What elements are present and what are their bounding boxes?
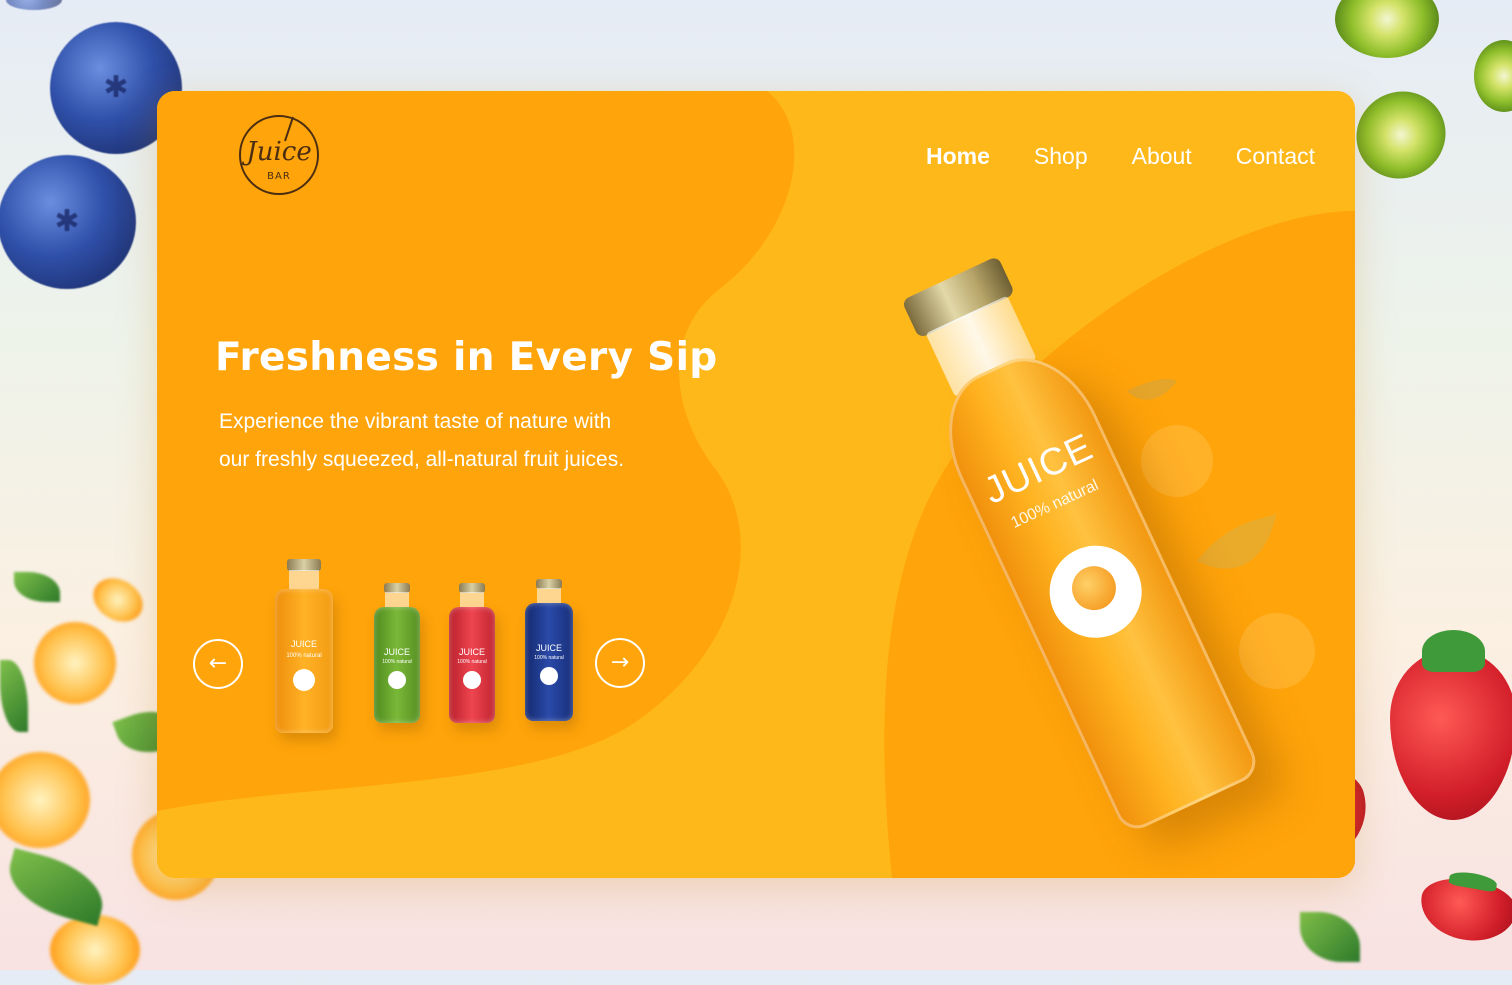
hero-card: Juice BAR Home Shop About Contact Freshn… — [157, 91, 1355, 878]
nav-home[interactable]: Home — [926, 143, 990, 170]
blueberry-decoration: ✱ — [0, 155, 136, 289]
brand-logo[interactable]: Juice BAR — [237, 113, 321, 197]
logo-subtext: BAR — [267, 171, 291, 182]
kiwi-decoration — [1474, 40, 1512, 112]
bottle-sublabel: 100% natural — [382, 659, 412, 665]
arrow-right-icon: → — [610, 650, 630, 675]
nav-contact[interactable]: Contact — [1236, 143, 1315, 170]
nav-shop[interactable]: Shop — [1034, 143, 1088, 170]
bottle-label: JUICE — [535, 643, 562, 653]
carousel-prev-button[interactable]: ← — [193, 639, 243, 689]
bottle-label: JUICE — [458, 647, 485, 657]
carousel-next-button[interactable]: → — [595, 638, 645, 688]
leaf-decoration — [0, 847, 112, 927]
orange-slice-decoration — [34, 622, 116, 704]
carousel-bottle-blue[interactable]: JUICE 100% natural — [525, 579, 573, 721]
logo-wordmark: Juice — [246, 137, 312, 167]
carousel-bottle-orange[interactable]: JUICE 100% natural — [275, 559, 333, 733]
hero-description: Experience the vibrant taste of nature w… — [219, 410, 625, 471]
leaf-decoration — [0, 660, 28, 732]
main-nav: Home Shop About Contact — [926, 143, 1315, 170]
bottle-sublabel: 100% natural — [534, 655, 564, 661]
nav-about[interactable]: About — [1132, 143, 1192, 170]
kiwi-decoration — [1335, 0, 1439, 58]
blueberry-decoration — [6, 0, 62, 10]
carousel-bottle-green[interactable]: JUICE 100% natural — [374, 583, 420, 723]
arrow-left-icon: ← — [208, 651, 228, 676]
kiwi-decoration — [1340, 75, 1462, 195]
bottle-sublabel: 100% natural — [286, 653, 322, 659]
hero-headline: Freshness in Every Sip — [215, 335, 718, 380]
leaf-decoration — [14, 572, 60, 602]
orange-slice-decoration — [0, 752, 90, 848]
bottle-label: JUICE — [290, 639, 317, 649]
orange-slice-decoration — [85, 569, 151, 631]
strawberry-decoration — [1415, 872, 1512, 948]
leaf-decoration — [1300, 912, 1360, 962]
carousel-bottle-red[interactable]: JUICE 100% natural — [449, 583, 495, 723]
strawberry-decoration — [1390, 629, 1512, 820]
bottle-sublabel: 100% natural — [457, 659, 487, 665]
bottle-label: JUICE — [383, 647, 410, 657]
